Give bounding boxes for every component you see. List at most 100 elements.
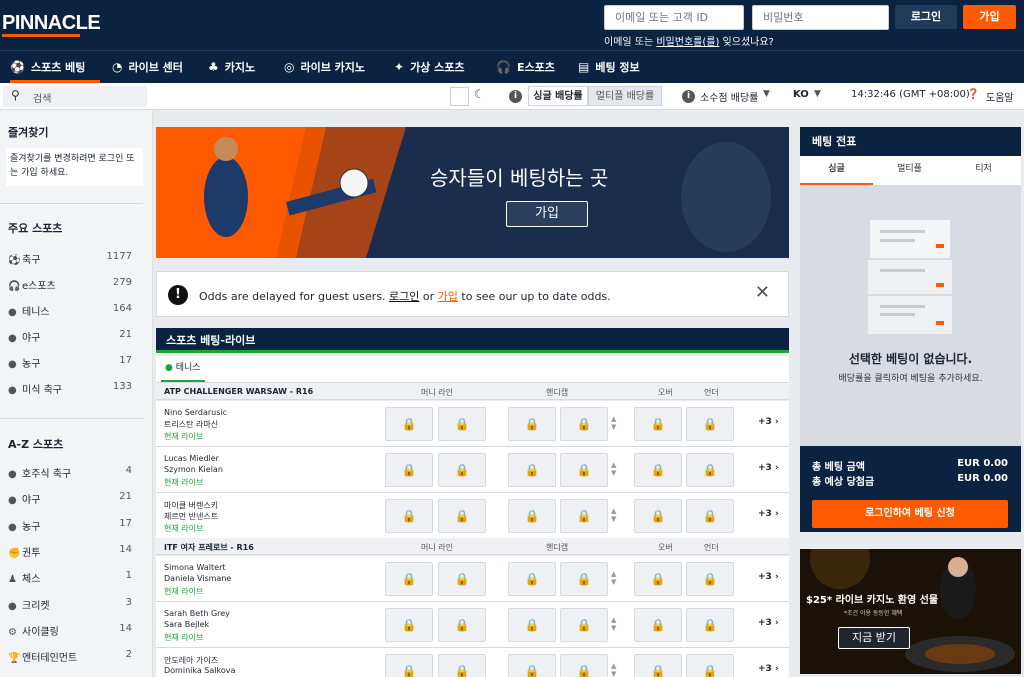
- banner-join-button[interactable]: 가입: [506, 201, 588, 227]
- locked-odds-button[interactable]: 🔒: [385, 499, 433, 533]
- promo-banner[interactable]: [156, 127, 789, 258]
- sidebar-sport-item[interactable]: ● 미식 축구 133: [8, 381, 132, 397]
- notice-join-link[interactable]: 가입: [438, 290, 458, 303]
- single-odds-toggle[interactable]: 싱글 배당률: [528, 86, 588, 106]
- nav-live-center[interactable]: ◔ 라이브 센터: [112, 51, 183, 83]
- locked-odds-button[interactable]: 🔒: [508, 407, 556, 441]
- help-link[interactable]: 도움말: [986, 89, 1014, 104]
- email-field[interactable]: [604, 5, 744, 30]
- more-markets-link[interactable]: +3 ›: [758, 572, 779, 582]
- more-markets-link[interactable]: +3 ›: [758, 664, 779, 674]
- login-to-bet-button[interactable]: 로그인하여 베팅 신청: [812, 500, 1008, 528]
- player-two[interactable]: Szymon Kielan: [164, 465, 223, 474]
- league-header[interactable]: ITF 여자 프레로브 - R16 머니 라인 핸디캡 오버 언더: [156, 538, 789, 555]
- locked-odds-button[interactable]: 🔒: [438, 608, 486, 642]
- info-icon[interactable]: i: [682, 90, 695, 103]
- sidebar-sport-item[interactable]: 🎧 e스포츠 279: [8, 277, 132, 293]
- sidebar-sport-item[interactable]: ● 크리켓 3: [8, 597, 132, 613]
- chevron-down-icon[interactable]: ▼: [763, 89, 770, 99]
- info-icon[interactable]: i: [509, 90, 522, 103]
- locked-odds-button[interactable]: 🔒: [560, 654, 608, 677]
- player-two[interactable]: Dominika Salkova: [164, 666, 235, 675]
- sidebar-sport-item[interactable]: ● 야구 21: [8, 329, 132, 345]
- player-two[interactable]: Daniela Vismane: [164, 574, 231, 583]
- locked-odds-button[interactable]: 🔒: [438, 453, 486, 487]
- player-one[interactable]: 안도레아 가이즈: [164, 655, 218, 666]
- locked-odds-button[interactable]: 🔒: [385, 407, 433, 441]
- pinnacle-logo[interactable]: PINNACLE: [2, 12, 101, 35]
- player-two[interactable]: Sara Bejlek: [164, 620, 209, 629]
- locked-odds-button[interactable]: 🔒: [560, 608, 608, 642]
- locked-odds-button[interactable]: 🔒: [508, 499, 556, 533]
- spread-stepper-icon[interactable]: ▲ ▼: [611, 415, 616, 431]
- light-mode-toggle[interactable]: [450, 87, 469, 106]
- locked-odds-button[interactable]: 🔒: [560, 407, 608, 441]
- claim-now-button[interactable]: 지금 받기: [838, 627, 910, 649]
- locked-odds-button[interactable]: 🔒: [385, 562, 433, 596]
- locked-odds-button[interactable]: 🔒: [438, 499, 486, 533]
- locked-odds-button[interactable]: 🔒: [560, 562, 608, 596]
- locked-odds-button[interactable]: 🔒: [438, 562, 486, 596]
- nav-live-casino[interactable]: ◎ 라이브 카지노: [284, 51, 365, 83]
- language-select[interactable]: KO: [793, 89, 809, 100]
- locked-odds-button[interactable]: 🔒: [634, 407, 682, 441]
- favorites-login-prompt[interactable]: 즐겨찾기를 변경하려면 로그인 또는 가입 하세요.: [6, 148, 143, 186]
- locked-odds-button[interactable]: 🔒: [634, 654, 682, 677]
- tab-multiple[interactable]: 멀티플: [873, 156, 946, 185]
- sidebar-sport-item[interactable]: ● 호주식 축구 4: [8, 465, 132, 481]
- locked-odds-button[interactable]: 🔒: [438, 654, 486, 677]
- close-icon[interactable]: ✕: [755, 282, 770, 303]
- sidebar-sport-item[interactable]: ● 야구 21: [8, 491, 132, 507]
- locked-odds-button[interactable]: 🔒: [508, 562, 556, 596]
- notice-login-link[interactable]: 로그인: [389, 290, 419, 303]
- login-button[interactable]: 로그인: [895, 5, 957, 29]
- forgot-password-link[interactable]: 이메일 또는 비밀번호를(를) 잊으셨나요?: [604, 33, 774, 48]
- help-icon[interactable]: ❓: [967, 89, 979, 100]
- password-field[interactable]: [752, 5, 889, 30]
- sidebar-sport-item[interactable]: ● 농구 17: [8, 518, 132, 534]
- tab-single[interactable]: 싱글: [800, 156, 873, 185]
- tab-teaser[interactable]: 티저: [946, 156, 1021, 185]
- sidebar-sport-item[interactable]: ⚽ 축구 1177: [8, 251, 132, 267]
- nav-sports-betting[interactable]: ⚽ 스포츠 베팅: [10, 51, 100, 83]
- locked-odds-button[interactable]: 🔒: [686, 407, 734, 441]
- nav-esports[interactable]: 🎧 E스포츠: [496, 51, 555, 83]
- locked-odds-button[interactable]: 🔒: [508, 608, 556, 642]
- locked-odds-button[interactable]: 🔒: [385, 654, 433, 677]
- nav-casino[interactable]: ♣ 카지노: [208, 51, 255, 83]
- more-markets-link[interactable]: +3 ›: [758, 417, 779, 427]
- locked-odds-button[interactable]: 🔒: [508, 654, 556, 677]
- locked-odds-button[interactable]: 🔒: [686, 453, 734, 487]
- player-one[interactable]: Nino Serdarusic: [164, 408, 227, 417]
- locked-odds-button[interactable]: 🔒: [634, 608, 682, 642]
- search-input[interactable]: ⚲ 검색: [3, 86, 147, 107]
- forgot-link-text[interactable]: 비밀번호를(를): [656, 37, 719, 48]
- odds-format-select[interactable]: 소수점 배당률: [700, 89, 758, 104]
- locked-odds-button[interactable]: 🔒: [634, 499, 682, 533]
- locked-odds-button[interactable]: 🔒: [508, 453, 556, 487]
- casino-promo-banner[interactable]: $25* 라이브 카지노 환영 선물 *조건 이용 동등한 혜택 지금 받기: [800, 549, 1021, 674]
- spread-stepper-icon[interactable]: ▲ ▼: [611, 507, 616, 523]
- locked-odds-button[interactable]: 🔒: [385, 608, 433, 642]
- player-one[interactable]: Sarah Beth Grey: [164, 609, 230, 618]
- locked-odds-button[interactable]: 🔒: [634, 453, 682, 487]
- player-two[interactable]: 체르먼 반넨스트: [164, 511, 218, 522]
- multi-odds-toggle[interactable]: 멀티플 배당률: [588, 86, 662, 106]
- sidebar-sport-item[interactable]: ♟ 체스 1: [8, 570, 132, 586]
- locked-odds-button[interactable]: 🔒: [686, 654, 734, 677]
- more-markets-link[interactable]: +3 ›: [758, 463, 779, 473]
- locked-odds-button[interactable]: 🔒: [560, 499, 608, 533]
- spread-stepper-icon[interactable]: ▲ ▼: [611, 616, 616, 632]
- sidebar-sport-item[interactable]: ● 테니스 164: [8, 303, 132, 319]
- league-header[interactable]: ATP CHALLENGER WARSAW - R16 머니 라인 핸디캡 오버 언더: [156, 383, 789, 400]
- moon-icon[interactable]: ☾: [474, 87, 485, 101]
- sidebar-sport-item[interactable]: 🏆 엔터테인먼트 2: [8, 649, 132, 665]
- player-one[interactable]: Simona Waltert: [164, 563, 226, 572]
- join-button[interactable]: 가입: [963, 5, 1016, 29]
- sidebar-sport-item[interactable]: ● 농구 17: [8, 355, 132, 371]
- sidebar-sport-item[interactable]: ⚙ 사이클링 14: [8, 623, 132, 639]
- sidebar-sport-item[interactable]: ✊ 권투 14: [8, 544, 132, 560]
- more-markets-link[interactable]: +3 ›: [758, 618, 779, 628]
- locked-odds-button[interactable]: 🔒: [686, 608, 734, 642]
- nav-virtual-sports[interactable]: ✦ 가상 스포츠: [394, 51, 465, 83]
